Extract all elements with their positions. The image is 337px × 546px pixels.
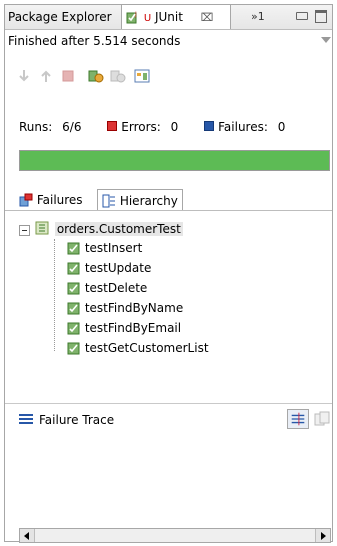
test-item[interactable]: testGetCustomerList xyxy=(67,339,209,357)
tab-failures[interactable]: Failures xyxy=(15,189,87,211)
minimize-icon[interactable] xyxy=(296,12,308,20)
run-status-text: Finished after 5.514 seconds xyxy=(8,34,181,48)
test-name: testUpdate xyxy=(84,261,152,275)
filter-stack-icon[interactable] xyxy=(287,409,309,429)
tab-overflow-indicator[interactable]: »1 xyxy=(251,5,265,29)
stop-icon[interactable] xyxy=(59,67,77,85)
failures-value: 0 xyxy=(277,120,286,134)
hierarchy-icon xyxy=(102,194,115,208)
compare-result-icon[interactable] xyxy=(313,409,331,429)
failures-label: Failures: xyxy=(218,120,268,134)
test-item[interactable]: testFindByName xyxy=(67,299,183,317)
junit-icon: J xyxy=(126,8,140,24)
junit-view: Package Explorer J U JUnit ⌧ »1 Finished… xyxy=(4,4,333,543)
history-icon[interactable] xyxy=(133,67,151,85)
sash[interactable] xyxy=(5,403,332,404)
test-suite-icon xyxy=(35,220,51,236)
tab-package-explorer-label: Package Explorer xyxy=(8,10,112,24)
test-item[interactable]: testDelete xyxy=(67,279,147,297)
tree-root[interactable]: orders.CustomerTest xyxy=(35,220,183,238)
test-hierarchy-tree: orders.CustomerTest testInsert testUpdat… xyxy=(5,210,332,381)
scroll-left-icon[interactable] xyxy=(20,529,35,542)
tab-failures-label: Failures xyxy=(36,193,83,207)
test-name: testDelete xyxy=(84,281,148,295)
failure-icon xyxy=(204,121,215,131)
rerun-icon[interactable] xyxy=(87,67,105,85)
errors-value: 0 xyxy=(170,120,179,134)
test-item[interactable]: testFindByEmail xyxy=(67,319,181,337)
failure-trace-title: Failure Trace xyxy=(39,413,115,427)
tree-guide xyxy=(54,239,55,351)
runs-label: Runs: xyxy=(19,120,53,134)
tab-package-explorer[interactable]: Package Explorer xyxy=(8,5,112,29)
maximize-icon[interactable] xyxy=(315,10,327,23)
previous-failure-icon[interactable] xyxy=(37,67,55,85)
rerun-failed-icon[interactable] xyxy=(109,67,127,85)
error-icon xyxy=(107,121,118,131)
view-menu-icon[interactable] xyxy=(321,37,331,43)
close-icon[interactable]: ⌧ xyxy=(201,11,214,24)
test-passed-icon xyxy=(67,281,81,295)
tab-junit-label: JUnit xyxy=(154,10,183,24)
test-passed-icon xyxy=(67,261,81,275)
test-passed-icon xyxy=(67,301,81,315)
failure-trace-header: Failure Trace xyxy=(19,411,114,429)
horizontal-scrollbar[interactable] xyxy=(19,528,331,543)
svg-text:J: J xyxy=(134,11,137,18)
test-name: testFindByEmail xyxy=(84,321,182,335)
errors-label: Errors: xyxy=(121,120,161,134)
test-passed-icon xyxy=(67,321,81,335)
stack-trace-icon xyxy=(19,413,33,425)
test-name: testGetCustomerList xyxy=(84,341,209,355)
tree-root-label: orders.CustomerTest xyxy=(54,222,183,236)
scroll-right-icon[interactable] xyxy=(315,529,330,542)
test-name: testFindByName xyxy=(84,301,184,315)
tab-junit[interactable]: J U JUnit ⌧ xyxy=(121,5,231,29)
run-counters: Runs: 6/6 Errors: 0 Failures: 0 xyxy=(19,120,285,134)
test-passed-icon xyxy=(67,241,81,255)
tab-hierarchy[interactable]: Hierarchy xyxy=(97,189,183,211)
test-item[interactable]: testInsert xyxy=(67,239,142,257)
view-tab-bar: Package Explorer J U JUnit ⌧ »1 xyxy=(5,5,332,30)
failures-tab-icon xyxy=(19,193,33,207)
test-name: testInsert xyxy=(84,241,143,255)
test-progress-bar xyxy=(19,150,330,171)
runs-value: 6/6 xyxy=(62,120,82,134)
test-passed-icon xyxy=(67,341,81,355)
test-item[interactable]: testUpdate xyxy=(67,259,151,277)
collapse-icon[interactable] xyxy=(19,225,30,236)
tab-hierarchy-label: Hierarchy xyxy=(119,194,178,208)
next-failure-icon[interactable] xyxy=(15,67,33,85)
